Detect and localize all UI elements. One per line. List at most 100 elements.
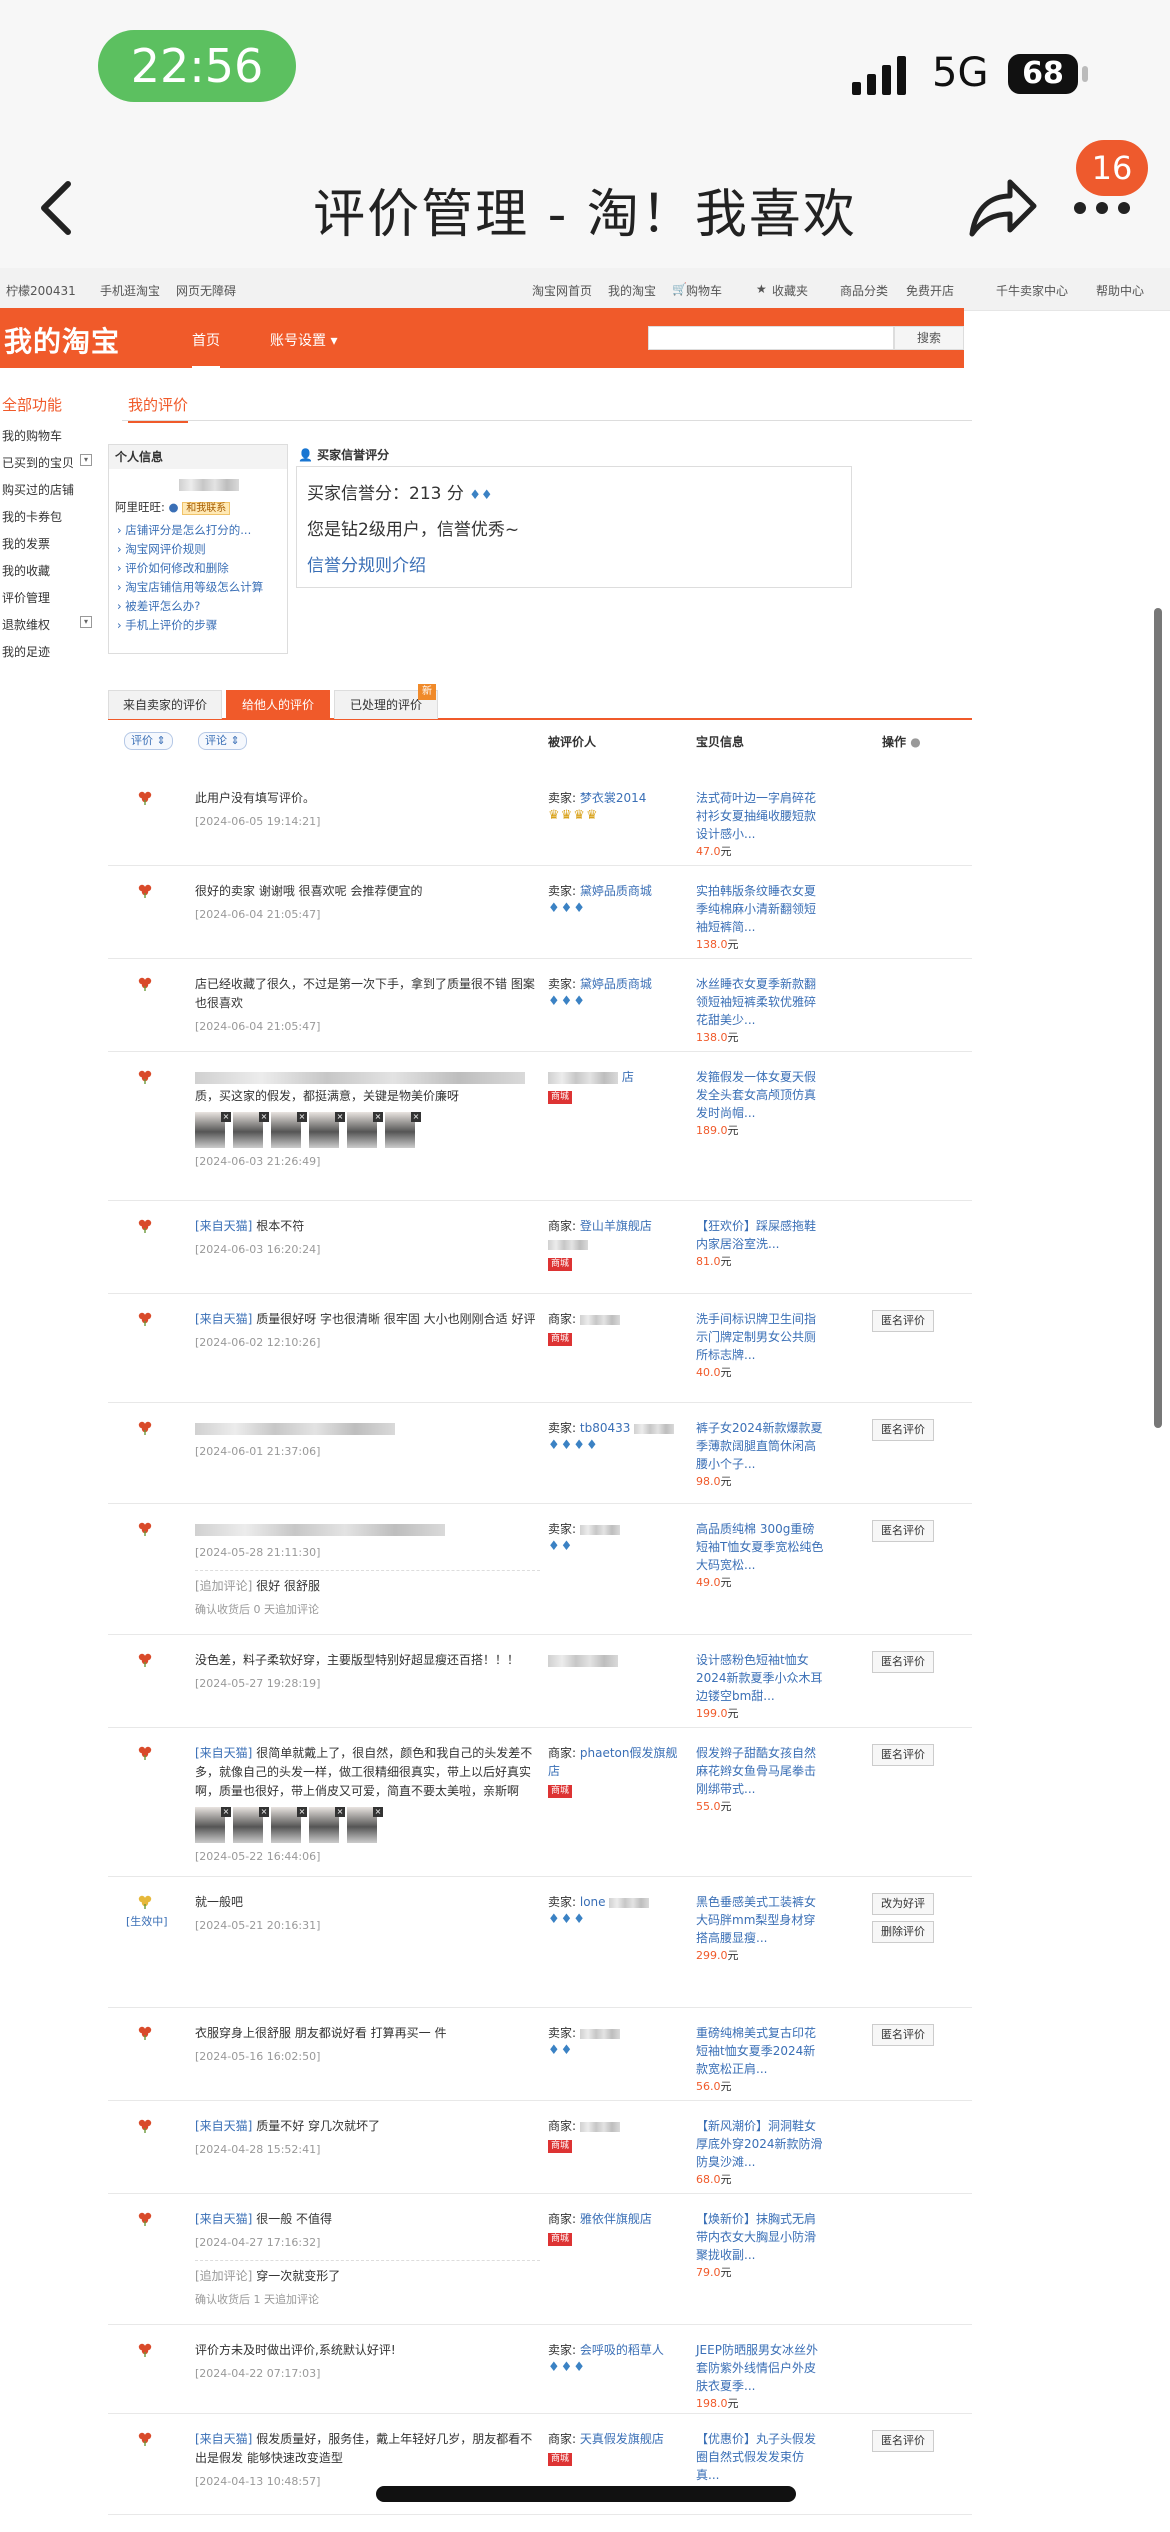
remove-photo-icon[interactable]: × (373, 1112, 383, 1122)
search-button[interactable]: 搜索 (894, 326, 964, 350)
item-title[interactable]: 重磅纯棉美式复古印花短袖t恤女夏季2024新款宽松正肩... (696, 2024, 826, 2078)
delete-review-button[interactable]: 删除评价 (872, 1921, 934, 1943)
item-title[interactable]: 【狂欢价】踩屎感拖鞋内家居浴室洗... (696, 1217, 826, 1253)
sidebar-item-favorites[interactable]: 我的收藏 (2, 562, 102, 589)
item-title[interactable]: 设计感粉色短袖t恤女2024新款夏季小众木耳边镂空bm甜... (696, 1651, 826, 1705)
sidebar-item-invoices[interactable]: 我的发票 (2, 535, 102, 562)
help-link[interactable]: › 评价如何修改和删除 (117, 559, 287, 578)
item-title[interactable]: 法式荷叶边一字肩碎花衬衫女夏抽绳收腰短款设计感小... (696, 789, 826, 843)
remove-photo-icon[interactable]: × (259, 1807, 269, 1817)
nav-account-settings[interactable]: 账号设置 ▾ (270, 330, 337, 350)
review-photo[interactable]: × (347, 1807, 383, 1843)
credit-rules-link[interactable]: 信誉分规则介绍 (307, 551, 426, 576)
sidebar-item-refunds[interactable]: 退款维权 ▾ (2, 616, 102, 643)
item-title[interactable]: JEEP防晒服男女冰丝外套防紫外线情侣户外皮肤衣夏季... (696, 2341, 826, 2395)
item-title[interactable]: 冰丝睡衣女夏季新款翻领短袖短裤柔软优雅碎花甜美少... (696, 975, 826, 1029)
review-photo[interactable]: × (347, 1112, 383, 1148)
more-icon[interactable] (1072, 200, 1132, 216)
remove-photo-icon[interactable]: × (297, 1807, 307, 1817)
review-photo[interactable]: × (309, 1112, 345, 1148)
item-title[interactable]: 假发辫子甜酷女孩自然麻花辫女鱼骨马尾拳击刚绑带式... (696, 1744, 826, 1798)
help-link[interactable]: › 淘宝网评价规则 (117, 540, 287, 559)
review-action-button[interactable]: 匿名评价 (872, 1520, 934, 1542)
scrollbar[interactable] (1154, 608, 1162, 1428)
comment-filter[interactable]: 评论 ⇕ (198, 732, 247, 750)
topbar-link-mytaobao[interactable]: 我的淘宝 (608, 282, 656, 299)
topbar-link-categories[interactable]: 商品分类 (840, 282, 888, 299)
item-title[interactable]: 发箍假发一体女夏天假发全头套女高颅顶仿真发时尚帽... (696, 1068, 826, 1122)
help-link[interactable]: › 店铺评分是怎么打分的... (117, 521, 287, 540)
review-action-button[interactable]: 匿名评价 (872, 2430, 934, 2452)
party-name[interactable]: 雅依伴旗舰店 (580, 2212, 652, 2226)
review-photo[interactable]: × (195, 1807, 231, 1843)
remove-photo-icon[interactable]: × (411, 1112, 421, 1122)
expand-icon[interactable]: ▾ (80, 454, 92, 466)
party-name[interactable]: lone (580, 1895, 606, 1909)
review-action-button[interactable]: 匿名评价 (872, 1419, 934, 1441)
tab-given-reviews[interactable]: 给他人的评价 (226, 690, 330, 719)
topbar-link-open-store[interactable]: 免费开店 (906, 282, 954, 299)
party-name[interactable]: 登山羊旗舰店 (580, 1219, 652, 1233)
home-indicator[interactable] (376, 2486, 796, 2502)
share-icon[interactable] (966, 176, 1038, 238)
party-name[interactable]: 店 (622, 1070, 634, 1084)
review-photo[interactable]: × (233, 1112, 269, 1148)
tab-my-reviews[interactable]: 我的评价 (128, 394, 189, 423)
remove-photo-icon[interactable]: × (373, 1807, 383, 1817)
search-input[interactable] (648, 326, 894, 350)
review-action-button[interactable]: 匿名评价 (872, 2024, 934, 2046)
topbar-link-cart[interactable]: 购物车 (686, 282, 722, 299)
nav-home[interactable]: 首页 (192, 330, 220, 369)
topbar-link-favorites[interactable]: 收藏夹 (772, 282, 808, 299)
sidebar-item-bought[interactable]: 已买到的宝贝 ▾ (2, 454, 102, 481)
review-action-button[interactable]: 匿名评价 (872, 1744, 934, 1766)
rating-filter[interactable]: 评价 ⇕ (124, 732, 173, 750)
review-photo[interactable]: × (309, 1807, 345, 1843)
sidebar-item-coupons[interactable]: 我的卡券包 (2, 508, 102, 535)
item-title[interactable]: 【新风潮价】洞洞鞋女厚底外穿2024新款防滑防臭沙滩... (696, 2117, 826, 2171)
party-name[interactable]: 梦衣裳2014 (580, 791, 647, 805)
accessibility-link[interactable]: 网页无障碍 (176, 282, 236, 299)
remove-photo-icon[interactable]: × (335, 1807, 345, 1817)
item-title[interactable]: 黑色垂感美式工装裤女大码胖mm梨型身材穿搭高腰显瘦... (696, 1893, 826, 1947)
party-name[interactable]: 黛婷品质商城 (580, 884, 652, 898)
contact-button[interactable]: 和我联系 (182, 502, 231, 515)
sidebar-item-footprints[interactable]: 我的足迹 (2, 643, 102, 670)
party-name[interactable]: 会呼吸的稻草人 (580, 2343, 664, 2357)
review-photo[interactable]: × (233, 1807, 269, 1843)
party-name[interactable]: 天真假发旗舰店 (580, 2432, 664, 2446)
topbar-link-home[interactable]: 淘宝网首页 (532, 282, 592, 299)
help-link[interactable]: › 淘宝店铺信用等级怎么计算 (117, 578, 287, 597)
item-title[interactable]: 【焕新价】抹胸式无肩带内衣女大胸显小防滑聚拢收副... (696, 2210, 826, 2264)
review-photo[interactable]: × (271, 1112, 307, 1148)
review-photo[interactable]: × (195, 1112, 231, 1148)
expand-icon[interactable]: ▾ (80, 616, 92, 628)
party-name[interactable]: 黛婷品质商城 (580, 977, 652, 991)
party-name[interactable]: tb80433 (580, 1421, 631, 1435)
remove-photo-icon[interactable]: × (221, 1112, 231, 1122)
help-link[interactable]: › 手机上评价的步骤 (117, 616, 287, 635)
topbar-link-seller-center[interactable]: 千牛卖家中心 (996, 282, 1068, 299)
review-action-button[interactable]: 改为好评 (872, 1893, 934, 1915)
item-title[interactable]: 洗手间标识牌卫生间指示门牌定制男女公共厕所标志牌... (696, 1310, 826, 1364)
item-title[interactable]: 实拍韩版条纹睡衣女夏季纯棉麻小清新翻领短袖短裤简... (696, 882, 826, 936)
remove-photo-icon[interactable]: × (259, 1112, 269, 1122)
sidebar-item-shops[interactable]: 购买过的店铺 (2, 481, 102, 508)
sidebar-item-reviews[interactable]: 评价管理 (2, 589, 102, 616)
topbar-link-help[interactable]: 帮助中心 (1096, 282, 1144, 299)
review-photo[interactable]: × (271, 1807, 307, 1843)
username-link[interactable]: 柠檬200431 (6, 282, 76, 299)
item-title[interactable]: 【优惠价】丸子头假发圈自然式假发发束仿真... (696, 2430, 826, 2484)
item-title[interactable]: 高品质纯棉 300g重磅短袖T恤女夏季宽松纯色大码宽松... (696, 1520, 826, 1574)
help-link[interactable]: › 被差评怎么办? (117, 597, 287, 616)
review-action-button[interactable]: 匿名评价 (872, 1651, 934, 1673)
tab-from-sellers[interactable]: 来自卖家的评价 (108, 690, 222, 719)
remove-photo-icon[interactable]: × (335, 1112, 345, 1122)
review-action-button[interactable]: 匿名评价 (872, 1310, 934, 1332)
sidebar-item-cart[interactable]: 我的购物车 (2, 427, 102, 454)
mytaobao-logo[interactable]: 我的淘宝 (4, 320, 120, 360)
remove-photo-icon[interactable]: × (297, 1112, 307, 1122)
review-photo[interactable]: × (385, 1112, 421, 1148)
remove-photo-icon[interactable]: × (221, 1807, 231, 1817)
item-title[interactable]: 裤子女2024新款爆款夏季薄款阔腿直筒休闲高腰小个子... (696, 1419, 826, 1473)
